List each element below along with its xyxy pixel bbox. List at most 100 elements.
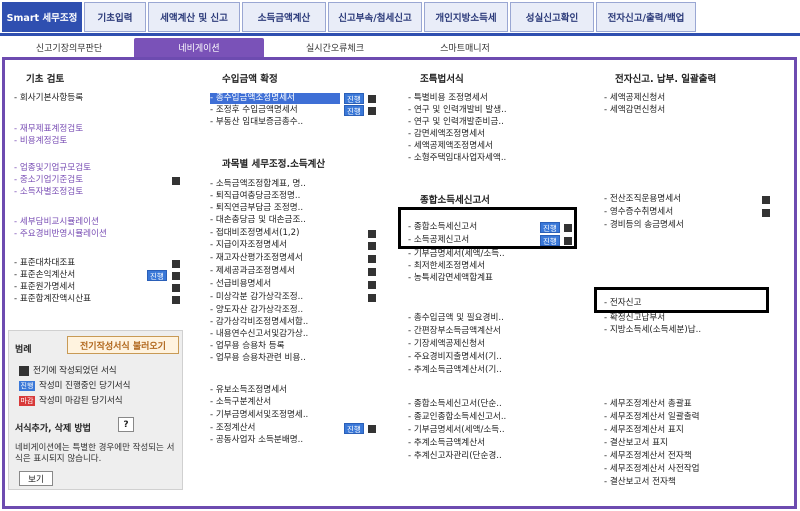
help-button[interactable]: ? xyxy=(118,417,134,432)
legend-row-closed: 마감 작성미 마감된 당기서식 xyxy=(19,394,123,406)
list-item[interactable]: - 세액공제액조정명세서 xyxy=(408,141,493,152)
item-std-cost[interactable]: - 표준원가명세서 xyxy=(14,282,75,293)
item-expense-review[interactable]: - 비용계정검토 xyxy=(14,136,67,147)
item-label: 표준손익계산서 xyxy=(19,270,76,280)
list-item[interactable]: - 감가상각비조정명세서합.. xyxy=(210,317,308,328)
item-std-bs[interactable]: - 표준대차대조표 xyxy=(14,258,75,269)
col3-title: 조특법서식 xyxy=(420,74,464,85)
list-item[interactable]: - 세무조정계산서 사전작업 xyxy=(604,464,700,475)
list-item[interactable]: - 소득금액조정합계표, 명.. xyxy=(210,179,306,190)
tab-local-tax[interactable]: 개인지방소득세 xyxy=(424,2,508,32)
list-item[interactable]: - 소득구분계산서 xyxy=(210,397,271,408)
list-item[interactable]: - 지급이자조정명세서 xyxy=(210,240,287,251)
list-item[interactable]: - 기부금명세서(세액/소득.. xyxy=(408,425,505,436)
list-item[interactable]: - 농특세감면세액합계표 xyxy=(408,273,493,284)
tab-income-calc[interactable]: 소득금액계산 xyxy=(242,2,326,32)
item-label: 선급비용명세서 xyxy=(215,279,272,289)
item-earner-review[interactable]: - 소득자별조정검토 xyxy=(14,187,83,198)
legend-row-progress: 진행 작성미 진행중인 당기서식 xyxy=(19,379,130,391)
tab-basic-input[interactable]: 기초입력 xyxy=(84,2,146,32)
list-item[interactable]: - 총수입금액 및 필요경비.. xyxy=(408,313,504,324)
list-item[interactable]: - 결산보고서 전자책 xyxy=(604,477,676,488)
status-square xyxy=(368,268,376,276)
list-item[interactable]: - 세액감면신청서 xyxy=(604,105,665,116)
list-item[interactable]: - 재고자산평가조정명세서 xyxy=(210,253,303,264)
item-std-is[interactable]: - 표준손익계산서 xyxy=(14,270,75,281)
list-item[interactable]: - 유보소득조정명세서 xyxy=(210,385,287,396)
item-sme-review[interactable]: - 중소기업기준검토 xyxy=(14,175,83,186)
item-label: 세액감면신청서 xyxy=(609,105,666,115)
item-label: 대손충당금 및 대손금조.. xyxy=(215,215,306,225)
list-item[interactable]: - 추계소득금액계산서(기.. xyxy=(408,365,502,376)
item-label: 조정계산서 xyxy=(215,423,256,433)
list-item[interactable]: - 선급비용명세서 xyxy=(210,279,271,290)
list-item[interactable]: - 추계소득금액계산서 xyxy=(408,438,485,449)
list-item[interactable]: - 조정계산서 xyxy=(210,423,255,434)
list-item[interactable]: - 종합소득세신고서(단순.. xyxy=(408,399,502,410)
list-item[interactable]: - 미상각분 감가상각조정.. xyxy=(210,292,303,303)
list-item[interactable]: - 대손충당금 및 대손금조.. xyxy=(210,215,306,226)
list-item[interactable]: - 세무조정계산서 전자책 xyxy=(604,451,692,462)
list-item[interactable]: - 소형주택임대사업자세액.. xyxy=(408,153,506,164)
list-item[interactable]: - 연구 및 인력개발준비금.. xyxy=(408,117,504,128)
item-industry-review[interactable]: - 업종및기업규모검토 xyxy=(14,163,91,174)
list-item[interactable]: - 기부금명세서및조정명세.. xyxy=(210,410,308,421)
list-item[interactable]: - 영수증수취명세서 xyxy=(604,207,673,218)
list-item[interactable]: - 경비등의 송금명세서 xyxy=(604,220,684,231)
list-item[interactable]: - 제세공과금조정명세서 xyxy=(210,266,295,277)
list-item[interactable]: - 종교인종합소득세신고서.. xyxy=(408,412,506,423)
list-item[interactable]: - 기부금명세서(세액/소득.. xyxy=(408,249,505,260)
list-item[interactable]: - 기장세액공제신청서 xyxy=(408,339,485,350)
view-button[interactable]: 보기 xyxy=(19,471,53,486)
list-item[interactable]: - 전산조직운용명세서 xyxy=(604,194,681,205)
list-item[interactable]: - 세무조정계산서 표지 xyxy=(604,425,684,436)
item-label: 조정후 수입금액명세서 xyxy=(215,105,298,115)
list-item[interactable]: - 연구 및 인력개발비 발생.. xyxy=(408,105,507,116)
subtab-navigation[interactable]: 네비게이션 xyxy=(134,38,264,57)
item-label: 기부금명세서(세액/소득.. xyxy=(413,425,505,435)
list-item[interactable]: - 퇴직급여충당금조정명.. xyxy=(210,191,300,202)
item-label: 간편장부소득금액계산서 xyxy=(413,326,501,336)
list-item[interactable]: - 업무용 승용차관련 비용.. xyxy=(210,353,306,364)
item-label: 소형주택임대사업자세액.. xyxy=(413,153,507,163)
list-item[interactable]: - 세무조정계산서 총괄표 xyxy=(604,399,692,410)
list-item[interactable]: - 업무용 승용차 등록 xyxy=(210,341,285,352)
tab-sincere-report[interactable]: 성실신고확인 xyxy=(510,2,594,32)
load-prior-forms-button[interactable]: 전기작성서식 불러오기 xyxy=(67,336,179,354)
status-square xyxy=(368,255,376,263)
list-item[interactable]: - 공동사업자 소득분배명.. xyxy=(210,435,303,446)
list-item[interactable]: - 퇴직연금부담금 조정명.. xyxy=(210,203,303,214)
status-square xyxy=(368,230,376,238)
item-total-revenue[interactable]: - 총수입금액조정명세서 xyxy=(210,93,340,104)
list-item[interactable]: - 세액공제신청서 xyxy=(604,93,665,104)
list-item[interactable]: - 세무조정계산서 일괄출력 xyxy=(604,412,700,423)
list-item[interactable]: - 내용연수신고서및감가상.. xyxy=(210,329,308,340)
list-item[interactable]: - 양도자산 감가상각조정.. xyxy=(210,305,303,316)
list-item[interactable]: - 결산보고서 표지 xyxy=(604,438,668,449)
list-item[interactable]: - 지방소득세(소득세분)납.. xyxy=(604,325,701,336)
tab-attachments[interactable]: 신고부속/첨세신고 xyxy=(328,2,422,32)
tab-smart-tax[interactable]: Smart 세무조정 xyxy=(2,2,82,32)
item-std-trial[interactable]: - 표준합계잔액시산표 xyxy=(14,294,91,305)
item-expense-sim[interactable]: - 주요경비반영시뮬레이션 xyxy=(14,229,107,240)
list-item[interactable]: - 추계신고자관리(단순경.. xyxy=(408,451,502,462)
tab-tax-calc[interactable]: 세액계산 및 신고 xyxy=(148,2,240,32)
highlight-box-return xyxy=(398,207,577,249)
item-tax-burden-sim[interactable]: - 세부담비교시뮬레이션 xyxy=(14,217,99,228)
tab-e-filing[interactable]: 전자신고/출력/백업 xyxy=(596,2,696,32)
list-item[interactable]: - 접대비조정명세서(1,2) xyxy=(210,228,299,239)
list-item[interactable]: - 간편장부소득금액계산서 xyxy=(408,326,501,337)
item-company-info[interactable]: - 회사기본사항등록 xyxy=(14,93,83,104)
list-item[interactable]: - 주요경비지출명세서(기.. xyxy=(408,352,502,363)
subtab-error-check[interactable]: 실시간오류체크 xyxy=(270,38,400,57)
subtab-bookkeeping[interactable]: 신고기장의무판단 xyxy=(14,38,124,57)
list-item[interactable]: - 감면세액조정명세서 xyxy=(408,129,485,140)
list-item[interactable]: - 특별비용 조정명세서 xyxy=(408,93,488,104)
item-adjusted-revenue[interactable]: - 조정후 수입금액명세서 xyxy=(210,105,298,116)
subtab-smart-manager[interactable]: 스마트매니저 xyxy=(405,38,525,57)
list-item[interactable]: - 최저한세조정명세서 xyxy=(408,261,485,272)
list-item[interactable]: - 확정신고납부서 xyxy=(604,313,665,324)
item-label: 연구 및 인력개발준비금.. xyxy=(413,117,504,127)
item-fs-review[interactable]: - 재무제표계정검토 xyxy=(14,124,83,135)
item-rental-deposit[interactable]: - 부동산 임대보증금총수.. xyxy=(210,117,303,128)
